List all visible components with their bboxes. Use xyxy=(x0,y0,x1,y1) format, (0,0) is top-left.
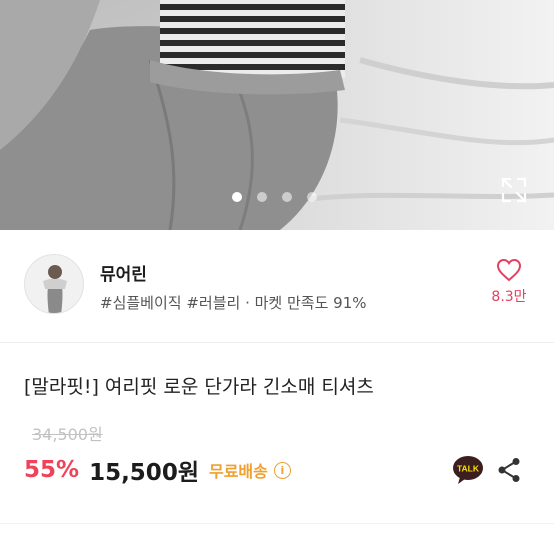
carousel-dot-active[interactable] xyxy=(232,192,242,202)
product-image-carousel[interactable] xyxy=(0,0,554,230)
shop-meta: #심플베이직 #러블리 · 마켓 만족도 91% xyxy=(100,294,367,312)
shop-info: 뮤어린 #심플베이직 #러블리 · 마켓 만족도 91% 8.3만 xyxy=(0,230,554,342)
carousel-indicator xyxy=(232,192,317,202)
talk-label: TALK xyxy=(457,464,480,474)
original-price: 34,500원 xyxy=(32,425,103,444)
kakao-talk-icon[interactable]: TALK xyxy=(452,455,484,485)
bottom-area xyxy=(0,523,554,554)
like-count: 8.3만 xyxy=(491,289,527,305)
discount-rate: 55% xyxy=(24,457,80,483)
share-icon[interactable] xyxy=(497,457,521,483)
sale-price: 15,500원 xyxy=(89,460,199,486)
shop-avatar[interactable] xyxy=(24,254,84,314)
free-shipping-label: 무료배송 xyxy=(208,462,268,481)
shop-name[interactable]: 뮤어린 xyxy=(100,260,147,285)
like-button[interactable]: 8.3만 xyxy=(484,258,534,306)
product-title: [말라핏!] 여리핏 로운 단가라 긴소매 티셔츠 xyxy=(24,376,374,398)
section-divider xyxy=(0,342,554,343)
info-icon[interactable]: i xyxy=(273,461,291,479)
expand-icon[interactable] xyxy=(501,177,527,203)
price-row: 55% 15,500원 무료배송 i xyxy=(24,453,291,487)
carousel-dot[interactable] xyxy=(307,192,317,202)
heart-icon xyxy=(496,258,522,282)
carousel-dot[interactable] xyxy=(257,192,267,202)
carousel-dot[interactable] xyxy=(282,192,292,202)
avatar-image xyxy=(25,255,83,313)
